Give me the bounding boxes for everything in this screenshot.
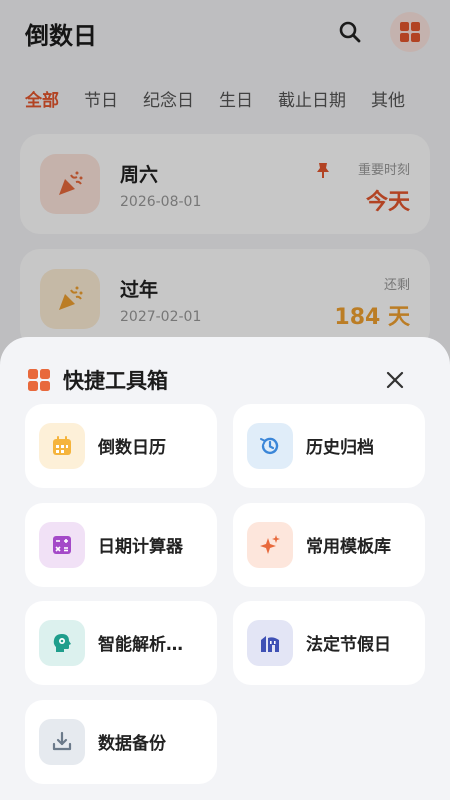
tool-icon-box (247, 522, 293, 568)
grid-icon (28, 369, 50, 391)
tool-label: 法定节假日 (306, 635, 391, 655)
tool-icon-box (39, 423, 85, 469)
toolbox-sheet: 快捷工具箱 倒数日历 历史归档 日期计算器 常用模板库 智能解析… 法定节假日 … (0, 337, 450, 800)
tool-template-library[interactable]: 常用模板库 (233, 503, 425, 587)
sheet-title: 快捷工具箱 (63, 369, 168, 393)
sparkle-icon (260, 535, 280, 554)
calendar-icon (53, 436, 71, 455)
tool-data-backup[interactable]: 数据备份 (25, 700, 217, 784)
download-icon (52, 731, 72, 751)
tool-icon-box (39, 719, 85, 765)
tool-label: 历史归档 (306, 438, 374, 458)
tool-icon-box (247, 423, 293, 469)
building-icon (261, 636, 279, 652)
ai-head-icon (53, 634, 71, 652)
tool-label: 倒数日历 (98, 438, 166, 458)
tool-label: 数据备份 (98, 734, 166, 754)
tool-public-holidays[interactable]: 法定节假日 (233, 601, 425, 685)
history-icon (260, 437, 279, 455)
tool-history-archive[interactable]: 历史归档 (233, 404, 425, 488)
tool-label: 常用模板库 (306, 537, 391, 557)
tool-smart-parse[interactable]: 智能解析… (25, 601, 217, 685)
close-button[interactable] (382, 367, 408, 393)
tool-countdown-calendar[interactable]: 倒数日历 (25, 404, 217, 488)
close-icon (386, 371, 404, 389)
tool-icon-box (39, 620, 85, 666)
tool-date-calculator[interactable]: 日期计算器 (25, 503, 217, 587)
tool-label: 日期计算器 (98, 537, 183, 557)
tool-label: 智能解析… (98, 635, 183, 655)
tool-icon-box (39, 522, 85, 568)
calculator-icon (53, 536, 71, 554)
tool-icon-box (247, 620, 293, 666)
